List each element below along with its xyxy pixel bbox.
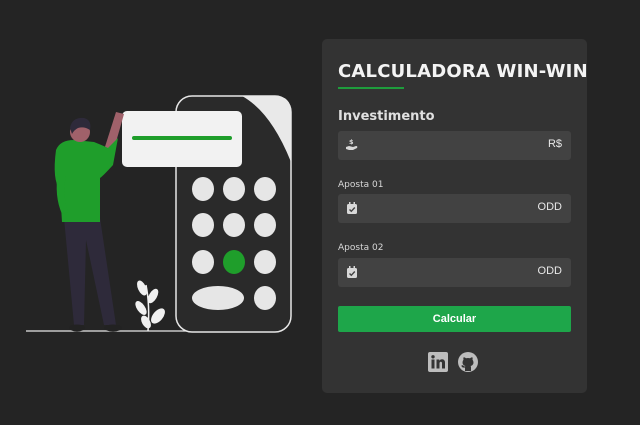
calculate-button[interactable]: Calcular — [338, 306, 571, 332]
svg-text:$: $ — [349, 138, 354, 146]
linkedin-icon[interactable] — [428, 352, 448, 372]
bet2-suffix: ODD — [537, 265, 562, 277]
page-title: CALCULADORA WIN-WIN — [338, 61, 588, 82]
github-icon[interactable] — [458, 352, 478, 372]
investment-label: Investimento — [338, 109, 435, 124]
investment-field[interactable]: $ R$ — [338, 131, 571, 162]
calculator-illustration — [26, 95, 292, 333]
person — [54, 112, 124, 332]
bet2-label: Aposta 02 — [338, 243, 384, 253]
bet2-field[interactable]: ODD — [338, 258, 571, 289]
investment-suffix: R$ — [547, 138, 562, 150]
calendar-check-icon — [347, 202, 357, 214]
calculator-card: CALCULADORA WIN-WIN Investimento $ R$ Ap… — [322, 39, 588, 393]
bet1-label: Aposta 01 — [338, 180, 384, 190]
display-card — [122, 111, 242, 167]
bet2-input[interactable] — [366, 258, 530, 289]
title-underline — [338, 87, 404, 89]
bet1-input[interactable] — [366, 194, 530, 225]
bet1-suffix: ODD — [537, 201, 562, 213]
calendar-check-icon — [347, 266, 357, 278]
hand-dollar-icon: $ — [346, 138, 358, 150]
page: CALCULADORA WIN-WIN Investimento $ R$ Ap… — [0, 0, 640, 425]
plant — [135, 280, 165, 332]
bet1-field[interactable]: ODD — [338, 194, 571, 225]
investment-input[interactable] — [366, 131, 530, 162]
